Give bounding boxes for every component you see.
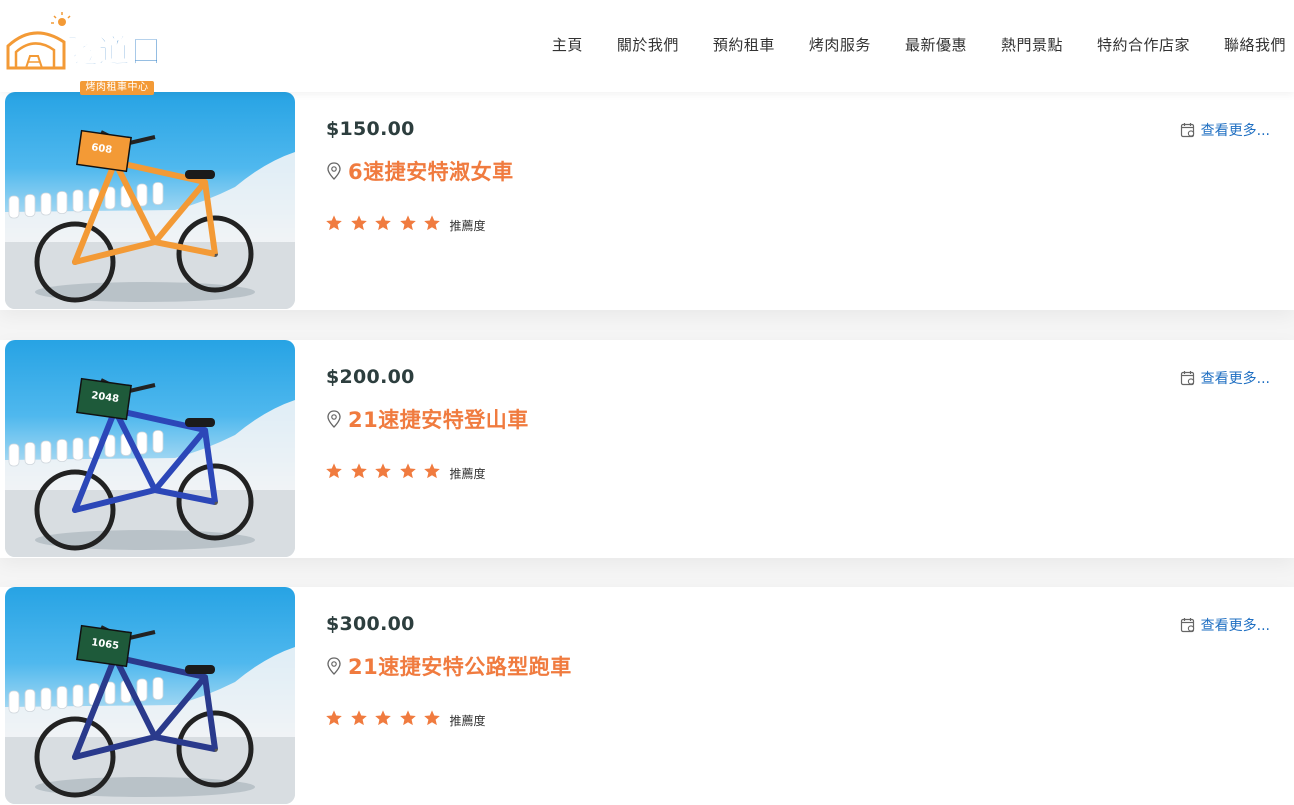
rating-stars: 推薦度: [325, 214, 486, 236]
rating-stars: 推薦度: [325, 462, 486, 484]
view-more-link[interactable]: 查看更多...: [1180, 368, 1270, 388]
view-more-link[interactable]: 查看更多...: [1180, 120, 1270, 140]
bike-photo[interactable]: 608: [5, 92, 295, 309]
rating-stars: 推薦度: [325, 709, 486, 731]
bike-photo[interactable]: 1065: [5, 587, 295, 804]
rental-title[interactable]: 21速捷安特公路型跑車: [326, 651, 572, 681]
view-more-label: 查看更多...: [1200, 618, 1270, 634]
location-pin-icon: [327, 410, 341, 428]
star-icon: [350, 215, 367, 231]
rental-title-text: 21速捷安特登山車: [348, 408, 529, 432]
rental-title-text: 6速捷安特淑女車: [348, 160, 514, 184]
rental-title[interactable]: 6速捷安特淑女車: [326, 156, 514, 186]
rental-card: 2048 $200.00 21速捷安特登山車 推薦度 查看更多...: [0, 340, 1294, 558]
star-icon: [375, 215, 391, 231]
star-icon: [424, 463, 440, 479]
site-header: 隧道口 烤肉租車中心 主頁 關於我們 預約租車 烤肉服务 最新優惠 熱門景點 特…: [0, 0, 1294, 95]
rental-title[interactable]: 21速捷安特登山車: [326, 404, 529, 434]
star-icon: [399, 215, 416, 231]
location-pin-icon: [327, 657, 341, 675]
star-icon: [326, 215, 342, 231]
nav-item-partners[interactable]: 特約合作店家: [1063, 34, 1190, 56]
star-icon: [375, 710, 391, 726]
star-icon: [326, 710, 342, 726]
rental-title-text: 21速捷安特公路型跑車: [348, 655, 572, 679]
nav-item-about[interactable]: 關於我們: [583, 34, 679, 56]
calendar-icon: [1180, 618, 1194, 633]
nav-item-attractions[interactable]: 熱門景點: [967, 34, 1063, 56]
view-more-link[interactable]: 查看更多...: [1180, 615, 1270, 635]
star-icon: [350, 710, 367, 726]
rental-price: $200.00: [326, 366, 415, 388]
rating-label: 推薦度: [449, 466, 486, 481]
view-more-label: 查看更多...: [1200, 371, 1270, 387]
rental-card: 1065 $300.00 21速捷安特公路型跑車 推薦度 查看更多...: [0, 587, 1294, 805]
star-icon: [375, 463, 391, 479]
rating-label: 推薦度: [449, 713, 486, 728]
logo-main-text: 隧道口: [66, 32, 162, 70]
star-icon: [399, 463, 416, 479]
rental-price: $150.00: [326, 118, 415, 140]
site-logo[interactable]: 隧道口 烤肉租車中心: [4, 12, 168, 95]
main-nav: 主頁 關於我們 預約租車 烤肉服务 最新優惠 熱門景點 特約合作店家 聯絡我們: [518, 34, 1286, 56]
rating-label: 推薦度: [449, 218, 486, 233]
nav-item-contact[interactable]: 聯絡我們: [1190, 34, 1286, 56]
star-icon: [399, 710, 416, 726]
logo-graphic: 隧道口: [6, 12, 163, 71]
view-more-label: 查看更多...: [1200, 123, 1270, 139]
star-icon: [350, 463, 367, 479]
logo-subtitle: 烤肉租車中心: [80, 81, 154, 95]
calendar-icon: [1180, 371, 1194, 386]
bike-photo[interactable]: 2048: [5, 340, 295, 557]
star-icon: [424, 215, 440, 231]
nav-item-home[interactable]: 主頁: [518, 34, 583, 56]
calendar-icon: [1180, 123, 1194, 138]
nav-item-bbq[interactable]: 烤肉服务: [775, 34, 871, 56]
rental-price: $300.00: [326, 613, 415, 635]
rental-card: 608 $150.00 6速捷安特淑女車 推薦度 查看更多...: [0, 92, 1294, 310]
nav-item-offers[interactable]: 最新優惠: [871, 34, 967, 56]
nav-item-booking[interactable]: 預約租車: [679, 34, 775, 56]
star-icon: [424, 710, 440, 726]
star-icon: [326, 463, 342, 479]
location-pin-icon: [327, 162, 341, 180]
